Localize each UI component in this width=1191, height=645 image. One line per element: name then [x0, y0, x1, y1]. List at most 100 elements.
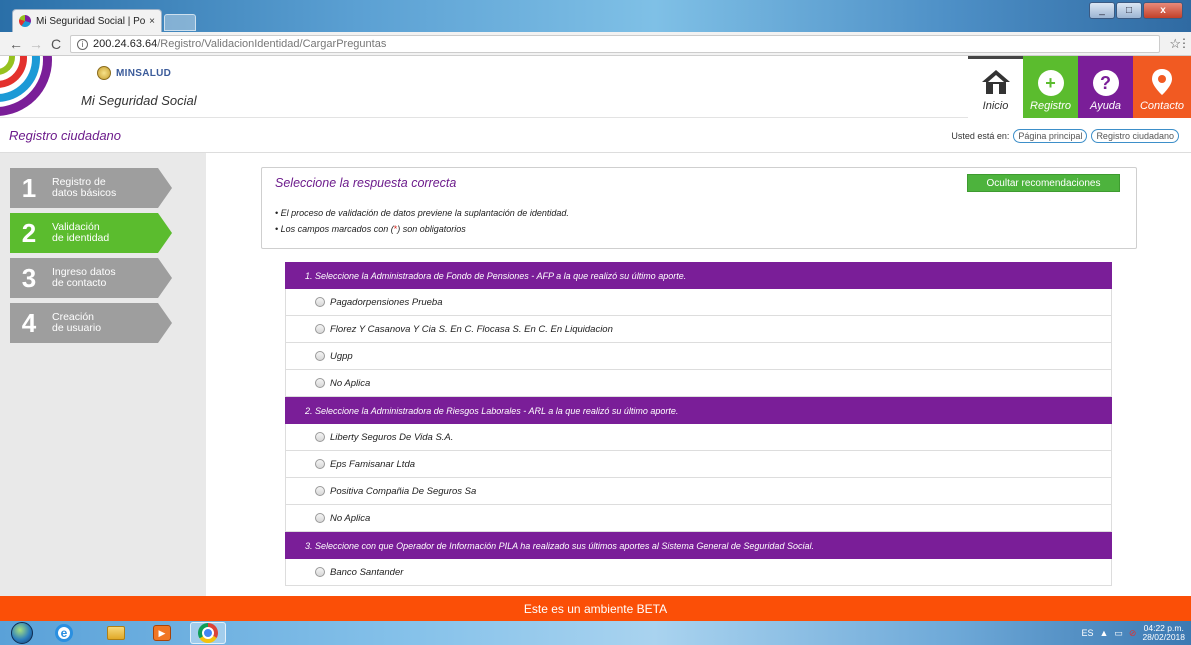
page-title: Registro ciudadano: [9, 128, 122, 143]
question-header: 3. Seleccione con que Operador de Inform…: [285, 532, 1112, 559]
beta-banner: Este es un ambiente BETA: [0, 596, 1191, 621]
ministry-name: MINSALUD: [116, 67, 172, 79]
step-validacion-identidad[interactable]: 2 Validación de identidad: [10, 213, 172, 253]
radio-button[interactable]: [315, 378, 325, 388]
ministry-logo[interactable]: MINSALUD: [97, 66, 171, 80]
step-label: Registro de datos básicos: [52, 176, 117, 199]
taskbar-chrome[interactable]: [190, 622, 226, 644]
tray-expand-icon[interactable]: ▲: [1099, 628, 1108, 638]
header-nav: Inicio + Registro ? Ayuda Contacto: [968, 56, 1191, 118]
nav-registro-label: Registro: [1030, 100, 1071, 112]
back-arrow-icon[interactable]: ←: [6, 36, 26, 52]
answer-option[interactable]: Ugpp: [285, 343, 1112, 370]
volume-muted-icon[interactable]: ⊘: [1129, 628, 1137, 639]
windows-orb-icon: [11, 622, 33, 644]
step-number: 2: [21, 217, 37, 248]
required-fields-note: • Los campos marcados con (*) son obliga…: [275, 224, 466, 234]
radio-button[interactable]: [315, 432, 325, 442]
reload-icon[interactable]: C: [46, 36, 66, 52]
plus-icon: +: [1037, 70, 1064, 96]
radio-button[interactable]: [315, 567, 325, 577]
step-number: 1: [21, 172, 37, 203]
internet-explorer-icon: e: [55, 624, 73, 642]
step-label: Creación de usuario: [52, 311, 102, 334]
os-taskbar: e ▶ ES ▲ ▭ ⊘ 04:22 p.m. 28/02/2018: [0, 621, 1191, 645]
nav-contacto-label: Contacto: [1139, 100, 1185, 112]
breadcrumb-prefix: Usted está en:: [951, 131, 1010, 141]
site-brand-name[interactable]: Mi Seguridad Social: [81, 93, 197, 108]
question-icon: ?: [1092, 70, 1119, 96]
browser-tab-strip: Mi Seguridad Social | Po × _ □ x: [0, 0, 1191, 32]
step-number: 3: [21, 262, 37, 293]
media-player-icon: ▶: [153, 625, 171, 641]
step-label: Validación de identidad: [52, 221, 110, 244]
answer-option[interactable]: No Aplica: [285, 505, 1112, 532]
breadcrumb-bar: Registro ciudadano Usted está en: Página…: [0, 119, 1191, 153]
answer-option[interactable]: Pagadorpensiones Prueba: [285, 289, 1112, 316]
maximize-button[interactable]: □: [1116, 2, 1142, 19]
new-tab-button[interactable]: [164, 14, 196, 31]
close-window-button[interactable]: x: [1143, 2, 1183, 19]
identity-questions: 1. Seleccione la Administradora de Fondo…: [285, 262, 1112, 586]
step-creacion-usuario[interactable]: 4 Creación de usuario: [10, 303, 172, 343]
question-header: 1. Seleccione la Administradora de Fondo…: [285, 262, 1112, 289]
taskbar-media[interactable]: ▶: [144, 622, 180, 644]
url-host: 200.24.63.64: [93, 38, 158, 50]
nav-inicio[interactable]: Inicio: [968, 56, 1023, 118]
recommendations-panel: Seleccione la respuesta correcta Ocultar…: [261, 167, 1137, 249]
breadcrumb-link-home[interactable]: Página principal: [1013, 129, 1088, 143]
home-icon: [981, 70, 1010, 94]
nav-inicio-label: Inicio: [982, 100, 1009, 112]
language-indicator[interactable]: ES: [1081, 628, 1093, 638]
step-number: 4: [21, 307, 37, 338]
nav-contacto[interactable]: Contacto: [1133, 56, 1191, 118]
browser-menu-icon[interactable]: ⋮: [1178, 36, 1190, 50]
minimize-button[interactable]: _: [1089, 2, 1115, 19]
answer-option[interactable]: Eps Famisanar Ltda: [285, 451, 1112, 478]
taskbar-ie[interactable]: e: [46, 622, 82, 644]
coat-of-arms-icon: [97, 66, 111, 80]
tab-title: Mi Seguridad Social | Po: [36, 15, 146, 27]
clock[interactable]: 04:22 p.m. 28/02/2018: [1142, 624, 1185, 642]
answer-option[interactable]: Banco Santander: [285, 559, 1112, 586]
site-info-icon[interactable]: i: [77, 38, 88, 50]
radio-button[interactable]: [315, 351, 325, 361]
address-toolbar: ← → C i 200.24.63.64 /Registro/Validacio…: [0, 32, 1191, 56]
radio-button[interactable]: [315, 486, 325, 496]
window-controls: _ □ x: [1089, 2, 1183, 19]
answer-option[interactable]: Positiva Compañia De Seguros Sa: [285, 478, 1112, 505]
hide-recommendations-button[interactable]: Ocultar recomendaciones: [967, 174, 1120, 192]
nav-registro[interactable]: + Registro: [1023, 56, 1078, 118]
step-datos-contacto[interactable]: 3 Ingreso datos de contacto: [10, 258, 172, 298]
url-field[interactable]: i 200.24.63.64 /Registro/ValidacionIdent…: [70, 35, 1160, 53]
radio-button[interactable]: [315, 297, 325, 307]
answer-option[interactable]: Liberty Seguros De Vida S.A.: [285, 424, 1112, 451]
radio-button[interactable]: [315, 459, 325, 469]
answer-option[interactable]: No Aplica: [285, 370, 1112, 397]
recommendation-line: • El proceso de validación de datos prev…: [275, 208, 569, 218]
start-button[interactable]: [4, 622, 40, 644]
radio-button[interactable]: [315, 513, 325, 523]
taskbar-explorer[interactable]: [98, 622, 134, 644]
system-tray: ES ▲ ▭ ⊘ 04:22 p.m. 28/02/2018: [1081, 624, 1185, 642]
step-datos-basicos[interactable]: 1 Registro de datos básicos: [10, 168, 172, 208]
breadcrumb: Usted está en: Página principal Registro…: [951, 129, 1179, 143]
breadcrumb-link-registro[interactable]: Registro ciudadano: [1091, 129, 1179, 143]
main-content: Seleccione la respuesta correcta Ocultar…: [206, 153, 1191, 596]
url-path: /Registro/ValidacionIdentidad/CargarPreg…: [157, 38, 387, 50]
nav-ayuda[interactable]: ? Ayuda: [1078, 56, 1133, 118]
site-favicon-icon: [19, 15, 31, 27]
progress-steps: 1 Registro de datos básicos 2 Validación d…: [0, 153, 206, 596]
forward-arrow-icon[interactable]: →: [26, 36, 46, 52]
step-label: Ingreso datos de contacto: [52, 266, 116, 289]
network-icon[interactable]: ▭: [1114, 628, 1123, 639]
nav-ayuda-label: Ayuda: [1089, 100, 1122, 112]
answer-option[interactable]: Florez Y Casanova Y Cia S. En C. Flocasa…: [285, 316, 1112, 343]
tab-close-icon[interactable]: ×: [149, 16, 155, 27]
site-header: MINSALUD Mi Seguridad Social Inicio + Re…: [0, 56, 1191, 118]
question-header: 2. Seleccione la Administradora de Riesg…: [285, 397, 1112, 424]
browser-tab[interactable]: Mi Seguridad Social | Po ×: [12, 9, 162, 32]
chrome-icon: [198, 623, 218, 643]
location-pin-icon: [1152, 69, 1172, 95]
radio-button[interactable]: [315, 324, 325, 334]
